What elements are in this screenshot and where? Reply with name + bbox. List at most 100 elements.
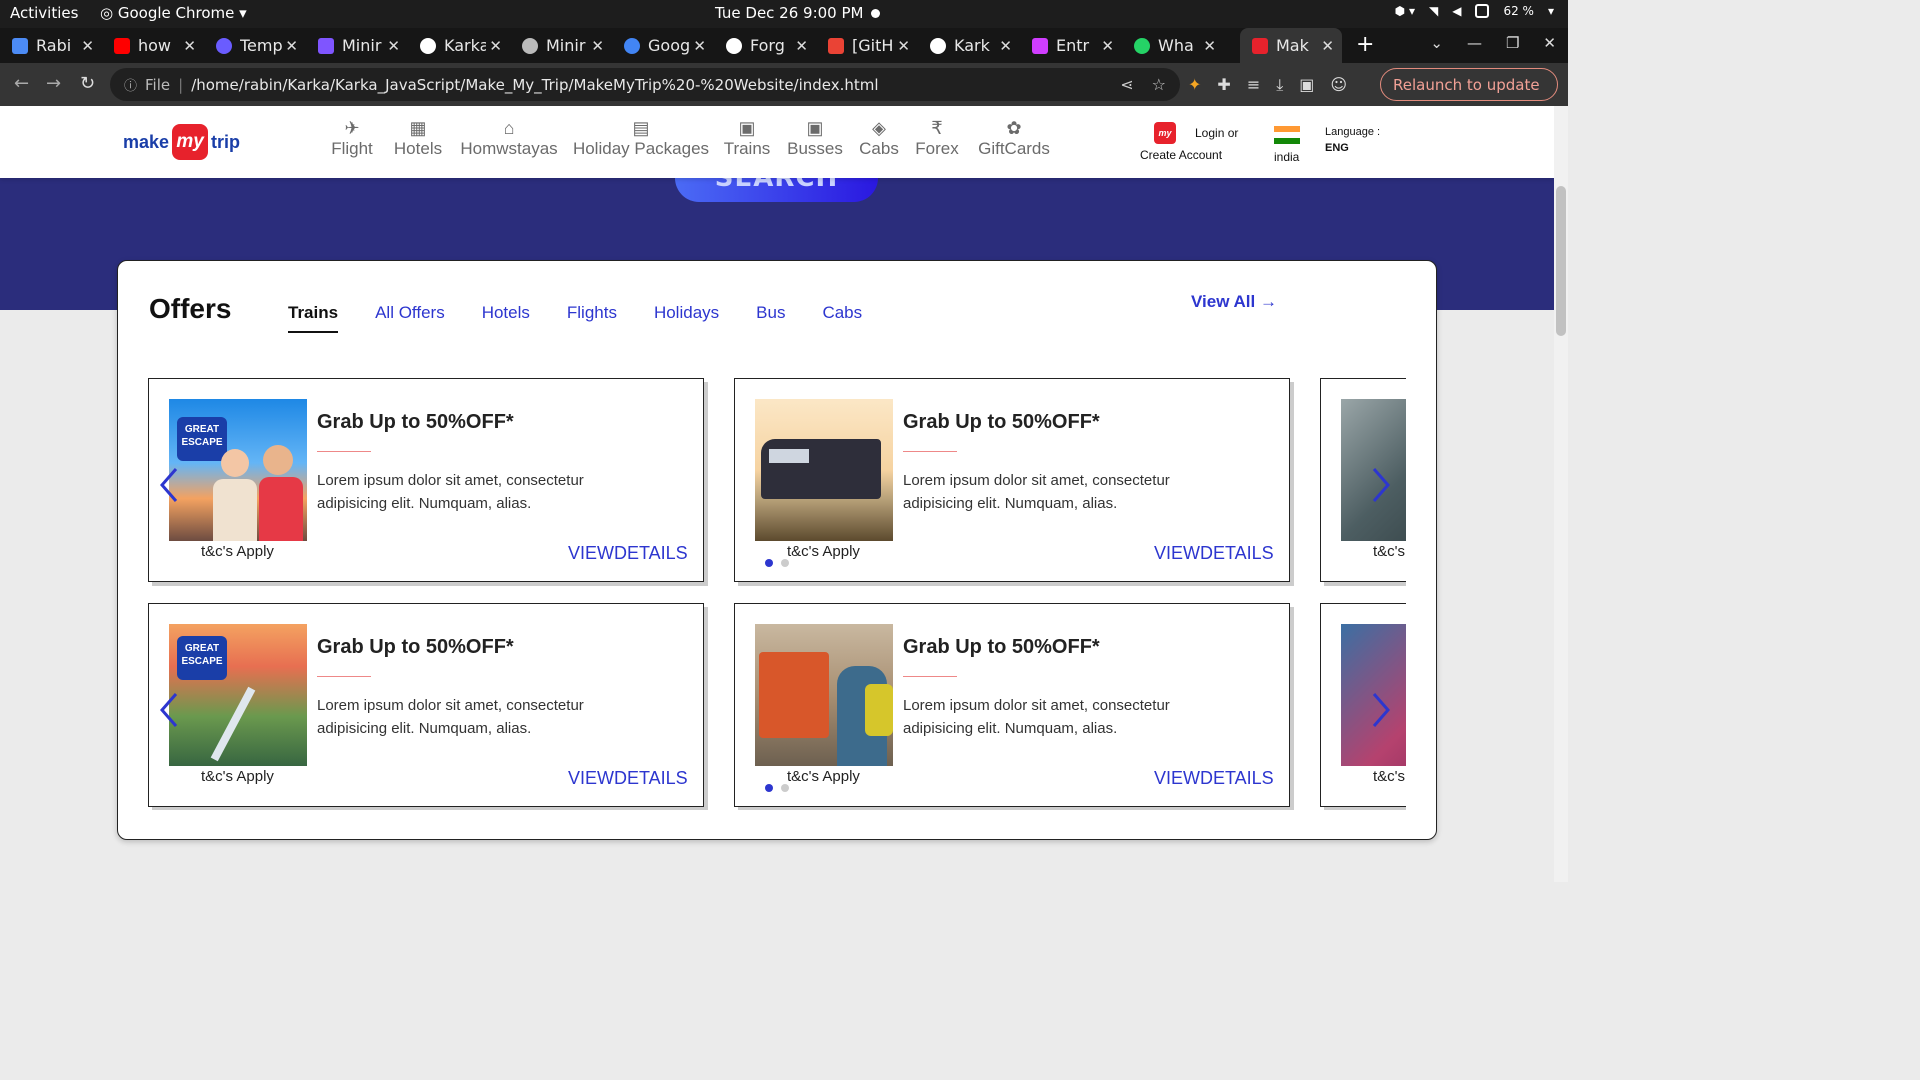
offer-description: Lorem ipsum dolor sit amet, consectetur … [317,472,584,512]
close-icon[interactable]: ✕ [1321,37,1334,55]
nav-label: Flight [331,139,373,158]
offer-card[interactable]: Grab Up to 50%OFF* Lorem ipsum dolor sit… [734,603,1290,807]
close-icon[interactable]: ✕ [285,37,298,55]
nav-giftcards[interactable]: ✿ GiftCards [968,118,1060,159]
nav-cabs[interactable]: ◈ Cabs [852,118,906,159]
close-icon[interactable]: ✕ [897,37,910,55]
close-icon[interactable]: ✕ [1203,37,1216,55]
person-body [259,477,303,541]
close-icon[interactable]: ✕ [81,37,94,55]
address-bar[interactable]: ⓘ File | /home/rabin/Karka/Karka_JavaScr… [110,68,1180,101]
browser-tab[interactable]: Minir ✕ [510,28,612,63]
relaunch-button[interactable]: Relaunch to update ⋮ [1380,68,1558,267]
india-flag-icon[interactable] [1274,126,1300,144]
close-icon[interactable]: ✕ [591,37,604,55]
close-icon[interactable]: ✕ [693,37,706,55]
carousel-dot[interactable] [781,559,789,567]
minimize-icon[interactable]: — [1467,34,1482,52]
offer-card[interactable]: Grab Up to 50%OFF* Lorem ipsum dolor sit… [734,378,1290,582]
bookmark-star-icon[interactable]: ☆ [1152,75,1166,94]
reload-icon[interactable]: ↻ [80,73,95,94]
close-icon[interactable]: ✕ [999,37,1012,55]
view-details-button[interactable]: VIEWDETAILS [568,543,688,564]
scrollbar-thumb[interactable] [1556,186,1566,336]
activities-button[interactable]: Activities [10,4,78,22]
forward-icon[interactable]: → [46,73,61,94]
view-all-link[interactable]: View All → [1191,292,1277,312]
site-logo[interactable]: make my trip [123,124,240,160]
app-menu[interactable]: ◎ Google Chrome ▾ [100,4,247,22]
profile-avatar-icon[interactable]: ☺ [1330,75,1347,95]
view-details-button[interactable]: VIEWDETAILS [1154,768,1274,789]
browser-tab[interactable]: Karka ✕ [408,28,510,63]
nav-hotels[interactable]: ▦ Hotels [384,118,452,159]
close-icon[interactable]: ✕ [795,37,808,55]
browser-tab[interactable]: Rabi ✕ [0,28,102,63]
nav-forex[interactable]: ₹ Forex [906,118,968,159]
nav-busses[interactable]: ▣ Busses [778,118,852,159]
browser-tab[interactable]: Wha ✕ [1122,28,1224,63]
offer-card-partial[interactable]: t&c's [1320,603,1406,807]
browser-tab[interactable]: Kark ✕ [918,28,1020,63]
clock[interactable]: Tue Dec 26 9:00 PM [715,4,881,22]
close-icon[interactable]: ✕ [387,37,400,55]
browser-toolbar: ← → ↻ ⓘ File | /home/rabin/Karka/Karka_J… [0,63,1568,267]
nav-trains[interactable]: ▣ Trains [716,118,778,159]
tab-trains[interactable]: Trains [288,303,339,333]
share-icon[interactable]: ⋖ [1120,75,1133,94]
offer-card-partial[interactable]: t&c's [1320,378,1406,582]
tab-favicon-icon [318,37,334,54]
extensions-puzzle-icon[interactable]: ✚ [1217,75,1230,95]
offer-card[interactable]: GREAT ESCAPE Grab Up to 50%OFF* Lorem ip… [148,603,704,807]
close-icon[interactable]: ✕ [183,37,196,55]
view-details-button[interactable]: VIEWDETAILS [568,768,688,789]
carousel-next-arrow-icon[interactable] [1370,692,1392,728]
carousel-prev-arrow-icon[interactable] [158,467,180,503]
close-icon[interactable]: ✕ [1101,37,1114,55]
tab-flights[interactable]: Flights [567,303,617,333]
tab-holidays[interactable]: Holidays [654,303,719,333]
tab-title: Minir [342,36,382,55]
language-value: ENG [1325,142,1349,154]
reading-list-icon[interactable]: ≡ [1247,75,1260,95]
browser-tab[interactable]: [GitH ✕ [816,28,918,63]
tab-search-icon[interactable]: ⌄ [1430,34,1443,52]
color-extension-icon[interactable]: ✦ [1188,75,1201,95]
close-window-icon[interactable]: ✕ [1543,34,1556,52]
side-panel-icon[interactable]: ▣ [1299,75,1314,95]
browser-tab[interactable]: Temp ✕ [204,28,306,63]
carousel-prev-arrow-icon[interactable] [158,692,180,728]
tab-all-offers[interactable]: All Offers [375,303,445,333]
browser-tab-active[interactable]: Mak ✕ [1240,28,1342,63]
browser-tab[interactable]: Entr ✕ [1020,28,1122,63]
new-tab-button[interactable]: + [1356,32,1374,57]
system-tray[interactable]: ⬢ ▾ ◥ ◀ 62 % ▾ [1395,4,1554,18]
url-text[interactable]: /home/rabin/Karka/Karka_JavaScript/Make_… [191,76,878,94]
browser-tab[interactable]: Goog ✕ [612,28,714,63]
tab-hotels[interactable]: Hotels [482,303,530,333]
language-selector[interactable]: Language : ENG [1325,124,1380,156]
site-header: make my trip ✈ Flight ▦ Hotels ⌂ Homwstayas… [0,106,1554,178]
carousel-dot[interactable] [781,784,789,792]
carousel-next-arrow-icon[interactable] [1370,467,1392,503]
page-scrollbar[interactable] [1554,106,1568,882]
nav-holiday-packages[interactable]: ▤ Holiday Packages [566,118,716,159]
browser-tab[interactable]: Forg ✕ [714,28,816,63]
view-details-button[interactable]: VIEWDETAILS [1154,543,1274,564]
carousel-dot-active[interactable] [765,559,773,567]
download-icon[interactable]: ⤓ [1276,75,1283,95]
offer-card[interactable]: GREAT ESCAPE Grab Up to 50%OFF* Lorem ip… [148,378,704,582]
browser-tab[interactable]: how ✕ [102,28,204,63]
nav-homestays[interactable]: ⌂ Homwstayas [452,118,566,159]
carousel-dot-active[interactable] [765,784,773,792]
tab-bus[interactable]: Bus [756,303,785,333]
page-viewport: SEARCH make my trip ✈ Flight ▦ Hotels ⌂ Hom… [0,106,1554,882]
offer-description: Lorem ipsum dolor sit amet, consectetur … [317,697,584,737]
info-icon[interactable]: ⓘ [124,75,137,94]
browser-tab[interactable]: Minir ✕ [306,28,408,63]
close-icon[interactable]: ✕ [489,37,502,55]
tab-cabs[interactable]: Cabs [822,303,862,333]
restore-icon[interactable]: ❐ [1506,34,1519,52]
nav-flight[interactable]: ✈ Flight [320,118,384,159]
back-icon[interactable]: ← [14,73,29,94]
